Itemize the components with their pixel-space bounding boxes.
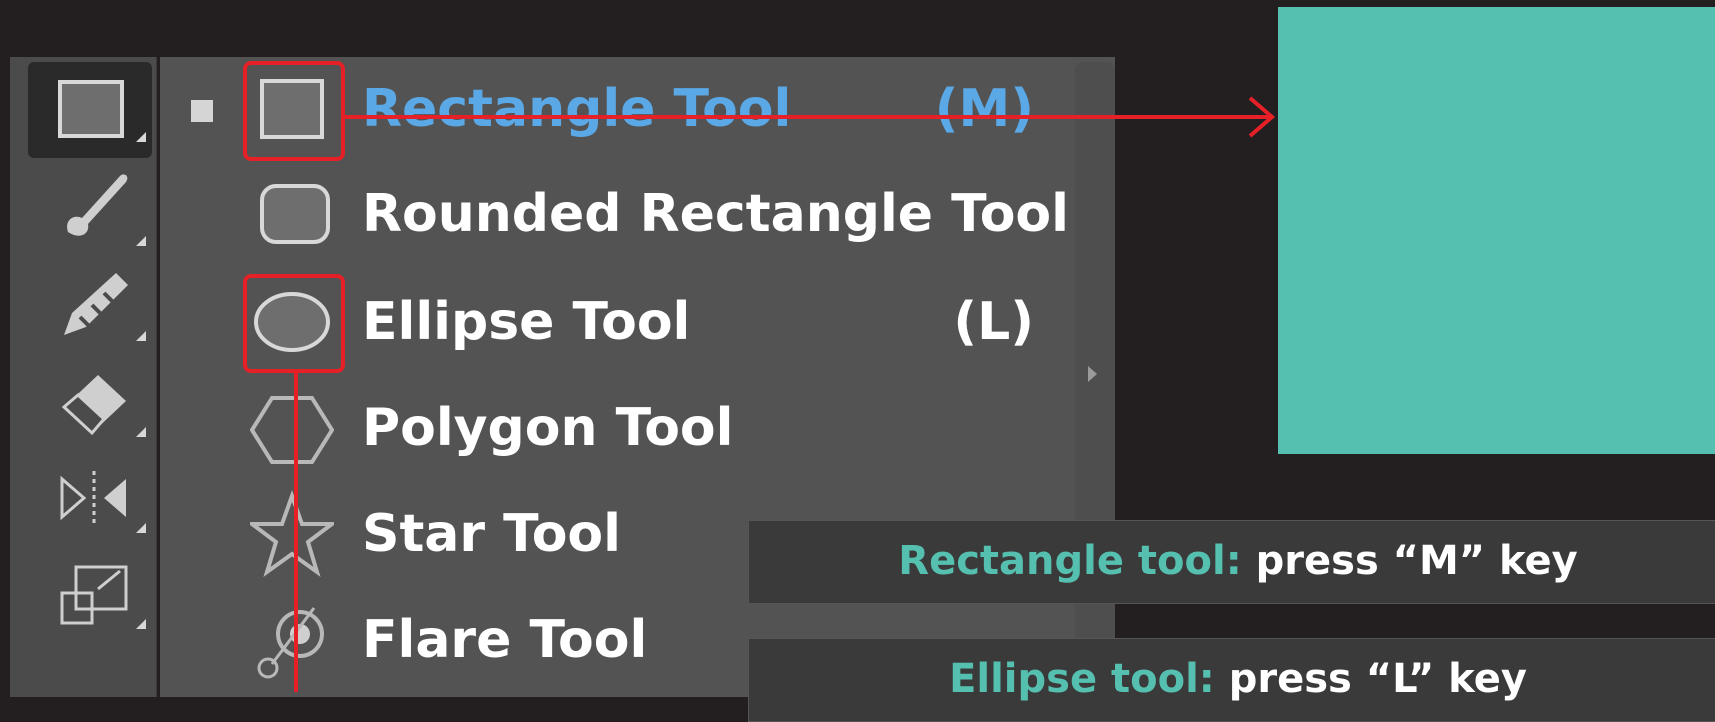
menu-item-label: Flare Tool (362, 610, 648, 670)
menu-item-label: Rounded Rectangle Tool (362, 184, 1069, 244)
rectangle-preview-shape (1278, 7, 1715, 454)
ellipse-icon-highlight (243, 274, 345, 373)
blob-brush-icon (64, 273, 146, 341)
reflect-icon (60, 471, 146, 533)
rectangle-tool-button[interactable] (28, 62, 152, 158)
menu-item-shortcut: (L) (953, 292, 1034, 352)
tearoff-arrow-icon[interactable] (1088, 366, 1097, 382)
selected-bullet-icon (191, 100, 213, 122)
rectangle-icon-highlight (243, 61, 345, 161)
tip-key: Rectangle tool: (898, 538, 1242, 584)
tip-value: press “L” key (1228, 656, 1527, 702)
reflect-tool-button[interactable] (28, 449, 152, 541)
rounded-rectangle-icon (260, 184, 330, 244)
scale-tool-button[interactable] (28, 545, 152, 637)
arrowhead-icon (1248, 96, 1276, 138)
menu-item-polygon-tool[interactable]: Polygon Tool (160, 376, 1060, 480)
menu-item-rounded-rectangle-tool[interactable]: Rounded Rectangle Tool (160, 162, 1069, 266)
menu-item-label: Rectangle Tool (362, 79, 792, 139)
tip-value: press “M” key (1255, 538, 1578, 584)
ellipse-shortcut-tip: Ellipse tool: press “L” key (748, 638, 1715, 722)
polygon-icon (250, 396, 334, 464)
menu-item-label: Polygon Tool (362, 398, 734, 458)
rectangle-shortcut-tip: Rectangle tool: press “M” key (748, 520, 1715, 604)
tools-panel (10, 57, 157, 697)
flare-icon (257, 607, 324, 679)
paintbrush-tool-button[interactable] (28, 162, 152, 254)
star-icon (250, 490, 334, 578)
menu-item-label: Ellipse Tool (362, 292, 691, 352)
menu-item-label: Star Tool (362, 504, 621, 564)
menu-item-shortcut: (M) (934, 79, 1034, 139)
tip-key: Ellipse tool: (949, 656, 1215, 702)
blob-brush-tool-button[interactable] (28, 257, 152, 349)
rectangle-icon (58, 80, 146, 142)
eraser-icon (61, 375, 146, 437)
eraser-tool-button[interactable] (28, 353, 152, 445)
scale-icon (60, 565, 146, 629)
paintbrush-icon (67, 174, 146, 246)
